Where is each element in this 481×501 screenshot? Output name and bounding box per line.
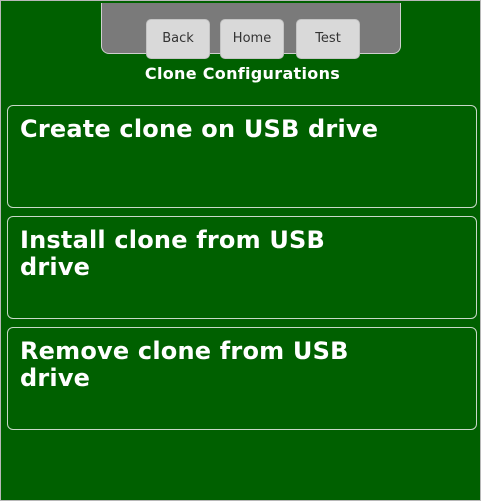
- back-button[interactable]: Back: [146, 19, 210, 59]
- install-clone-label: Install clone from USB drive: [20, 226, 326, 281]
- create-clone-button[interactable]: Create clone on USB drive: [7, 105, 477, 208]
- page-title: Clone Configurations: [144, 64, 341, 83]
- create-clone-label: Create clone on USB drive: [20, 115, 379, 143]
- install-clone-button[interactable]: Install clone from USB drive: [7, 216, 477, 319]
- test-button[interactable]: Test: [296, 19, 360, 59]
- clone-configurations-screen: Back Home Test Clone Configurations Crea…: [0, 0, 481, 501]
- home-button[interactable]: Home: [220, 19, 284, 59]
- remove-clone-label: Remove clone from USB drive: [20, 337, 349, 392]
- remove-clone-button[interactable]: Remove clone from USB drive: [7, 327, 477, 430]
